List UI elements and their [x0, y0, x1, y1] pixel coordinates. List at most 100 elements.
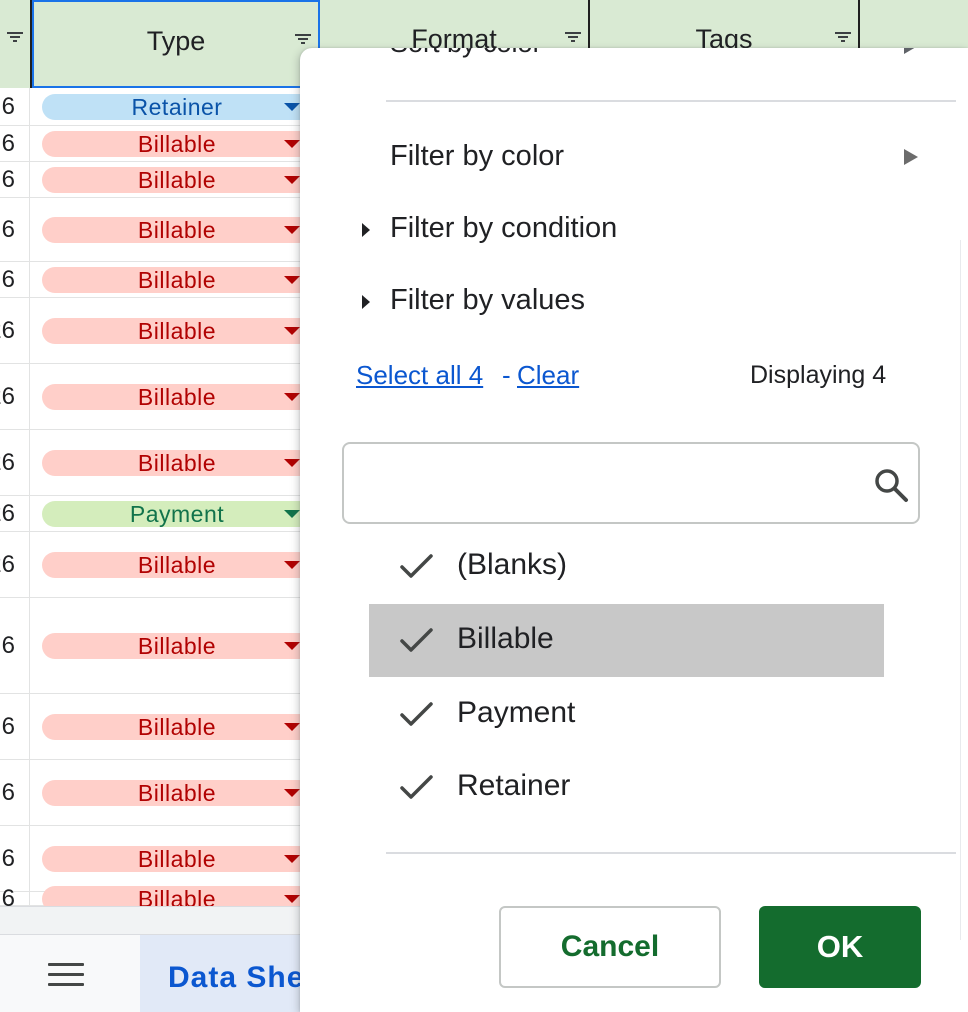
table-row: 6 Billable: [0, 598, 320, 694]
dropdown-caret-icon[interactable]: [284, 510, 300, 518]
expand-triangle-icon[interactable]: [362, 223, 370, 237]
row-cell-value[interactable]: 26: [0, 532, 30, 597]
dropdown-caret-icon[interactable]: [284, 723, 300, 731]
dropdown-caret-icon[interactable]: [284, 226, 300, 234]
value-option[interactable]: Payment: [369, 678, 884, 751]
type-chip[interactable]: Billable: [42, 846, 312, 872]
type-chip[interactable]: Billable: [42, 217, 312, 243]
menu-item-filter-by-values[interactable]: Filter by values: [390, 284, 585, 317]
type-chip-label: Billable: [137, 846, 217, 872]
row-cell-value[interactable]: 6: [0, 826, 30, 891]
type-chip[interactable]: Billable: [42, 450, 312, 476]
cell-text: 26: [0, 382, 15, 410]
row-cell-value[interactable]: 6: [0, 162, 30, 197]
row-cell-value[interactable]: 6: [0, 885, 30, 912]
type-chip[interactable]: Billable: [42, 318, 312, 344]
type-chip[interactable]: Billable: [42, 780, 312, 806]
type-chip-label: Billable: [137, 714, 217, 740]
check-icon[interactable]: [399, 552, 435, 582]
check-icon[interactable]: [399, 626, 435, 656]
cell-text: 6: [1, 92, 15, 120]
filter-icon[interactable]: [834, 30, 852, 44]
filter-icon[interactable]: [294, 32, 312, 46]
dropdown-caret-icon[interactable]: [284, 459, 300, 467]
column-header-type[interactable]: Type: [32, 0, 320, 88]
column-header-prev[interactable]: [0, 0, 32, 88]
type-chip[interactable]: Billable: [42, 552, 312, 578]
dropdown-caret-icon[interactable]: [284, 789, 300, 797]
search-input[interactable]: [354, 454, 854, 512]
search-box[interactable]: [342, 442, 920, 524]
cell-text: 6: [1, 712, 15, 740]
row-cell-value[interactable]: 6: [0, 262, 30, 297]
cell-text: 6: [1, 215, 15, 243]
table-row: 6 Billable: [0, 162, 320, 198]
type-chip[interactable]: Billable: [42, 714, 312, 740]
dropdown-caret-icon[interactable]: [284, 561, 300, 569]
dropdown-caret-icon[interactable]: [284, 176, 300, 184]
menu-scrollbar[interactable]: [960, 240, 968, 940]
value-option[interactable]: Retainer: [369, 751, 884, 824]
horizontal-scrollbar[interactable]: [0, 906, 320, 934]
table-row: 6 Billable: [0, 126, 320, 162]
table-row: 6 Billable: [0, 262, 320, 298]
menu-item-sort-by-color[interactable]: Sort by color: [390, 48, 542, 59]
cell-text: 6: [1, 165, 15, 193]
row-cell-value[interactable]: 6: [0, 126, 30, 161]
dropdown-caret-icon[interactable]: [284, 140, 300, 148]
table-row: 26 Billable: [0, 364, 320, 430]
dropdown-caret-icon[interactable]: [284, 327, 300, 335]
type-chip[interactable]: Billable: [42, 384, 312, 410]
table-row: 6 Billable: [0, 198, 320, 262]
type-chip[interactable]: Billable: [42, 167, 312, 193]
divider: [386, 852, 956, 854]
row-cell-value[interactable]: 6: [0, 760, 30, 825]
dropdown-caret-icon[interactable]: [284, 895, 300, 903]
cell-text: 6: [1, 844, 15, 872]
dropdown-caret-icon[interactable]: [284, 276, 300, 284]
cell-text: 6: [1, 129, 15, 157]
row-cell-value[interactable]: 6: [0, 694, 30, 759]
search-icon[interactable]: [872, 466, 910, 504]
menu-item-filter-by-condition[interactable]: Filter by condition: [390, 212, 617, 245]
dropdown-caret-icon[interactable]: [284, 103, 300, 111]
table-row: 26 Payment: [0, 496, 320, 532]
check-icon[interactable]: [399, 700, 435, 730]
value-option[interactable]: Billable: [369, 604, 884, 677]
check-icon[interactable]: [399, 773, 435, 803]
cell-text: 26: [0, 499, 15, 527]
dropdown-caret-icon[interactable]: [284, 393, 300, 401]
hamburger-icon[interactable]: [48, 963, 84, 987]
divider: [386, 100, 956, 102]
row-cell-value[interactable]: 26: [0, 496, 30, 531]
filter-icon[interactable]: [6, 30, 24, 44]
ok-button[interactable]: OK: [759, 906, 921, 988]
row-cell-value[interactable]: 6: [0, 598, 30, 693]
type-chip[interactable]: Payment: [42, 501, 312, 527]
type-chip[interactable]: Billable: [42, 131, 312, 157]
value-option[interactable]: (Blanks): [369, 530, 884, 603]
select-all-link[interactable]: Select all 4: [356, 360, 483, 391]
expand-triangle-icon[interactable]: [362, 295, 370, 309]
table-row: 26 Billable: [0, 532, 320, 598]
type-chip[interactable]: Billable: [42, 267, 312, 293]
type-chip-label: Billable: [137, 780, 217, 806]
row-cell-value[interactable]: 26: [0, 298, 30, 363]
type-chip[interactable]: Retainer: [42, 94, 312, 120]
cancel-button[interactable]: Cancel: [499, 906, 721, 988]
row-cell-value[interactable]: 26: [0, 364, 30, 429]
menu-item-filter-by-color[interactable]: Filter by color: [390, 140, 564, 173]
value-option-label: Retainer: [457, 769, 571, 802]
clear-link[interactable]: Clear: [517, 360, 579, 391]
submenu-arrow-icon: [904, 149, 918, 165]
row-cell-value[interactable]: 6: [0, 88, 30, 125]
filter-icon[interactable]: [564, 30, 582, 44]
row-cell-value[interactable]: 26: [0, 430, 30, 495]
row-cell-value[interactable]: 6: [0, 198, 30, 261]
dropdown-caret-icon[interactable]: [284, 642, 300, 650]
type-chip-label: Billable: [137, 131, 217, 157]
type-chip[interactable]: Billable: [42, 633, 312, 659]
table-row: 26 Billable: [0, 298, 320, 364]
value-option-label: (Blanks): [457, 548, 568, 581]
dropdown-caret-icon[interactable]: [284, 855, 300, 863]
